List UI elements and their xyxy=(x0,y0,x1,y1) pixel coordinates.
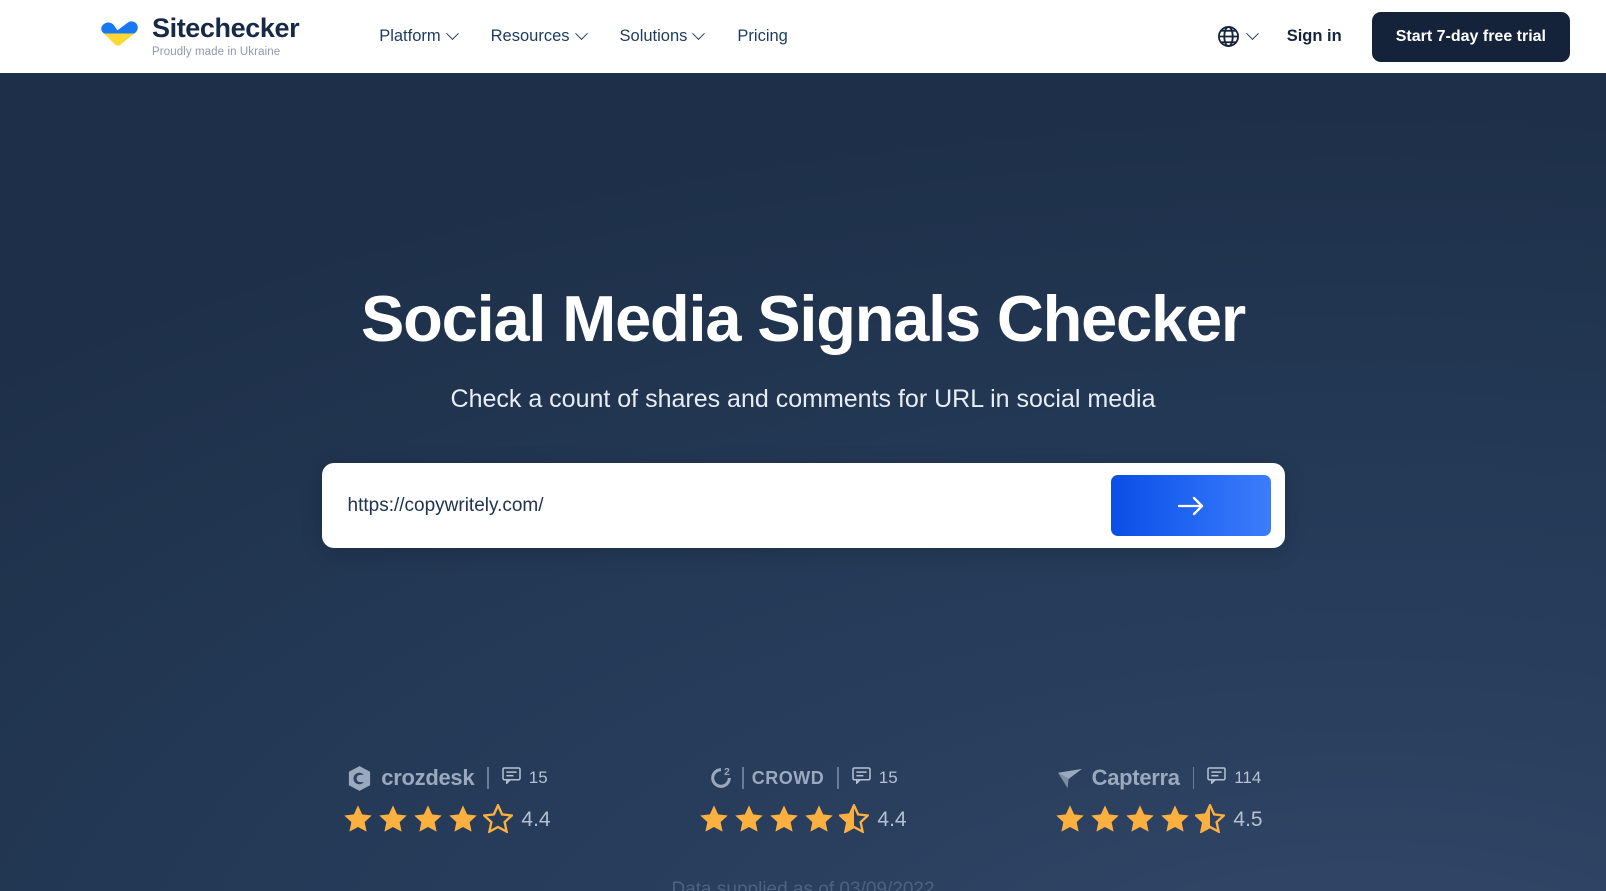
star-rating-crozdesk: 4.4 xyxy=(343,804,551,833)
heart-check-icon xyxy=(100,20,138,53)
rating-value: 4.5 xyxy=(1233,808,1263,831)
comment-icon xyxy=(502,767,521,789)
data-supplied-note: Data supplied as of 03/09/2022 xyxy=(671,879,935,891)
star-full-icon xyxy=(449,805,478,832)
chevron-down-icon xyxy=(574,27,588,41)
review-badge-g2crowd[interactable]: 2 CROWD 15 4.4 xyxy=(625,763,981,833)
star-full-icon xyxy=(344,805,373,832)
url-input[interactable] xyxy=(321,494,1111,517)
star-full-icon xyxy=(770,805,799,832)
star-full-icon xyxy=(379,805,408,832)
star-empty-icon xyxy=(483,804,514,833)
divider xyxy=(837,767,839,789)
chevron-down-icon xyxy=(692,27,706,41)
brand-name: crozdesk xyxy=(381,765,475,790)
logo-tagline: Proudly made in Ukraine xyxy=(152,45,281,58)
capterra-logo-icon: Capterra xyxy=(1057,765,1180,791)
logo[interactable]: Sitechecker Proudly made in Ukraine xyxy=(100,12,300,59)
globe-icon xyxy=(1217,25,1240,48)
url-search-bar xyxy=(321,463,1285,549)
star-full-icon xyxy=(1091,805,1120,832)
nav-label: Solutions xyxy=(619,27,688,45)
star-full-icon xyxy=(1056,805,1085,832)
arrow-right-icon xyxy=(1175,495,1207,517)
nav-item-pricing[interactable]: Pricing xyxy=(737,27,787,46)
star-rating-g2crowd: 4.4 xyxy=(699,804,907,833)
chevron-down-icon xyxy=(445,27,459,41)
sign-in-link[interactable]: Sign in xyxy=(1287,27,1342,46)
comment-icon xyxy=(1207,767,1226,789)
crozdesk-logo-icon: crozdesk xyxy=(346,765,475,792)
svg-text:2: 2 xyxy=(724,767,730,778)
nav-item-solutions[interactable]: Solutions xyxy=(619,27,706,46)
header-actions: Sign in Start 7-day free trial xyxy=(1217,11,1606,62)
review-badge-crozdesk[interactable]: crozdesk 15 4.4 xyxy=(269,763,625,833)
hero-section: Social Media Signals Checker Check a cou… xyxy=(0,73,1606,891)
site-header: Sitechecker Proudly made in Ukraine Plat… xyxy=(0,0,1606,73)
rating-value: 4.4 xyxy=(521,808,551,831)
review-count: 15 xyxy=(528,768,548,787)
review-badges: crozdesk 15 4.4 2 CROWD 15 4.4 Capterra … xyxy=(0,763,1606,833)
main-navigation: Platform Resources Solutions Pricing xyxy=(379,27,788,46)
comment-icon xyxy=(852,767,871,789)
g2-crowd-logo-icon: 2 CROWD xyxy=(708,765,824,791)
nav-label: Platform xyxy=(379,27,441,45)
review-count: 114 xyxy=(1234,768,1262,787)
nav-label: Pricing xyxy=(737,27,788,45)
nav-item-platform[interactable]: Platform xyxy=(379,27,459,46)
star-full-icon xyxy=(735,805,764,832)
star-full-icon xyxy=(414,805,443,832)
submit-url-button[interactable] xyxy=(1110,475,1271,537)
nav-item-resources[interactable]: Resources xyxy=(490,27,588,46)
page-subtitle: Check a count of shares and comments for… xyxy=(450,385,1156,414)
chevron-down-icon xyxy=(1245,27,1259,41)
start-free-trial-button[interactable]: Start 7-day free trial xyxy=(1371,11,1570,62)
review-count: 15 xyxy=(878,768,898,787)
divider xyxy=(487,767,489,789)
brand-name: CROWD xyxy=(751,767,825,788)
logo-name: Sitechecker xyxy=(152,12,300,43)
star-full-icon xyxy=(1161,805,1190,832)
star-rating-capterra: 4.5 xyxy=(1055,804,1263,833)
star-half-icon xyxy=(1195,804,1226,833)
divider xyxy=(742,767,744,789)
star-full-icon xyxy=(805,805,834,832)
nav-label: Resources xyxy=(490,27,570,45)
brand-name: Capterra xyxy=(1091,765,1180,790)
page-title: Social Media Signals Checker xyxy=(361,282,1246,355)
language-switcher[interactable] xyxy=(1217,25,1259,48)
star-half-icon xyxy=(839,804,870,833)
star-full-icon xyxy=(1126,805,1155,832)
star-full-icon xyxy=(700,805,729,832)
divider xyxy=(1192,767,1195,789)
rating-value: 4.4 xyxy=(877,808,907,831)
review-badge-capterra[interactable]: Capterra 114 4.5 xyxy=(981,763,1337,833)
